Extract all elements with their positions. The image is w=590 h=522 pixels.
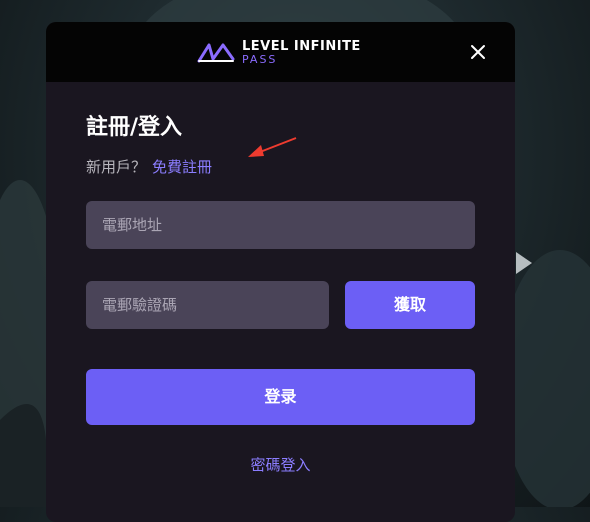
next-arrow-icon[interactable] [516,252,532,274]
login-button[interactable]: 登录 [86,369,475,425]
close-icon[interactable] [468,42,488,62]
login-modal: LEVEL INFINITE PASS 註冊/登入 新用戶？ 免費註冊 獲取 登录… [46,22,515,522]
logo-title: LEVEL INFINITE [242,39,361,54]
free-signup-link[interactable]: 免費註冊 [152,158,212,176]
get-code-button[interactable]: 獲取 [345,281,475,329]
verification-code-input[interactable] [86,281,329,329]
new-user-prompt: 新用戶？ [86,158,147,176]
red-pointer-arrow-icon [248,137,297,157]
level-infinite-logo-icon [197,43,235,62]
modal-header: LEVEL INFINITE PASS [46,22,515,82]
modal-title: 註冊/登入 [86,115,183,140]
signup-row: 新用戶？ 免費註冊 [86,156,212,177]
email-input[interactable] [86,201,475,249]
level-infinite-logo: LEVEL INFINITE PASS [196,40,361,65]
logo-subtitle: PASS [242,53,278,66]
password-login-link[interactable]: 密碼登入 [46,454,515,475]
